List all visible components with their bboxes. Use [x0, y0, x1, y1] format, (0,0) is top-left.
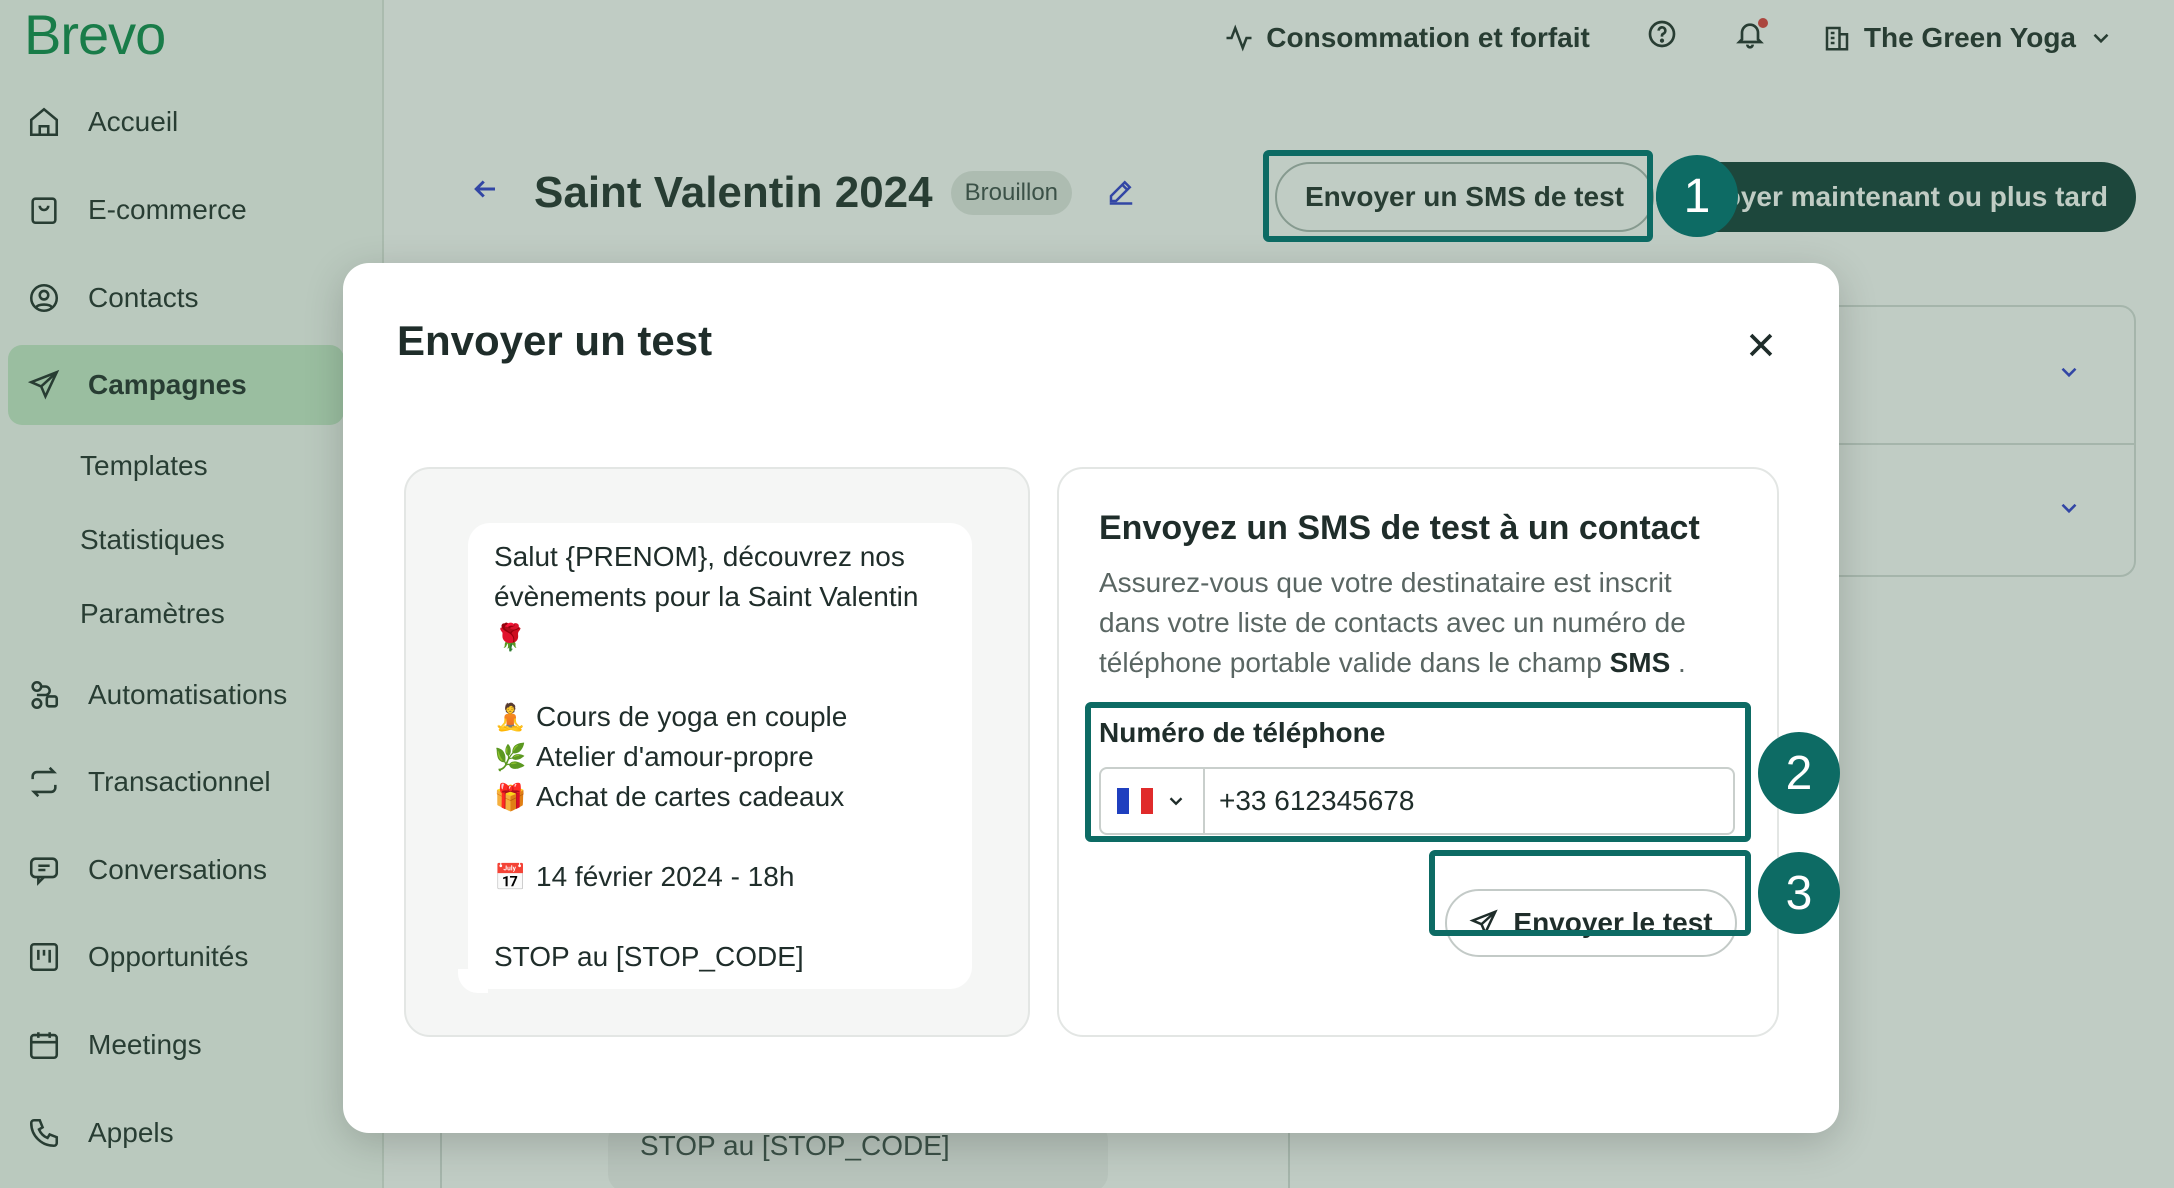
preview-line: 🌿 Atelier d'amour-propre [494, 737, 946, 777]
preview-line: STOP au [STOP_CODE] [494, 941, 804, 972]
rose-icon: 🌹 [494, 622, 527, 652]
preview-line: 📅 14 février 2024 - 18h [494, 857, 946, 897]
form-description-bold: SMS [1609, 647, 1671, 678]
preview-line: Salut {PRENOM}, découvrez nos [494, 541, 905, 572]
highlight-box-2 [1085, 702, 1751, 842]
preview-line: 🧘 Cours de yoga en couple [494, 697, 946, 737]
form-description: Assurez-vous que votre destinataire est … [1099, 563, 1739, 683]
highlight-box-3 [1429, 850, 1751, 936]
preview-item: Atelier d'amour-propre [536, 741, 814, 772]
calendar-icon: 📅 [494, 862, 527, 892]
sms-preview-bubble: Salut {PRENOM}, découvrez nos évènements… [468, 523, 972, 989]
form-description-text: Assurez-vous que votre destinataire est … [1099, 567, 1686, 678]
modal-title: Envoyer un test [397, 317, 713, 364]
herb-icon: 🌿 [494, 742, 527, 772]
send-test-modal: Envoyer un test Salut {PRENOM}, découvre… [343, 263, 1839, 1133]
form-title: Envoyez un SMS de test à un contact [1099, 509, 1700, 547]
sms-preview-card: Salut {PRENOM}, découvrez nos évènements… [404, 467, 1030, 1037]
close-icon[interactable] [1741, 325, 1781, 365]
preview-line: 🌹 [494, 617, 946, 657]
yoga-icon: 🧘 [494, 702, 527, 732]
step-2-marker: 2 [1758, 732, 1840, 814]
preview-line: évènements pour la Saint Valentin [494, 581, 919, 612]
preview-item: Cours de yoga en couple [536, 701, 848, 732]
step-1-marker: 1 [1656, 155, 1738, 237]
preview-item: Achat de cartes cadeaux [536, 781, 845, 812]
preview-date: 14 février 2024 - 18h [536, 861, 795, 892]
gift-icon: 🎁 [494, 782, 527, 812]
step-3-marker: 3 [1758, 852, 1840, 934]
highlight-box-1 [1263, 150, 1653, 242]
preview-line: 🎁 Achat de cartes cadeaux [494, 777, 946, 817]
form-description-end: . [1678, 647, 1686, 678]
